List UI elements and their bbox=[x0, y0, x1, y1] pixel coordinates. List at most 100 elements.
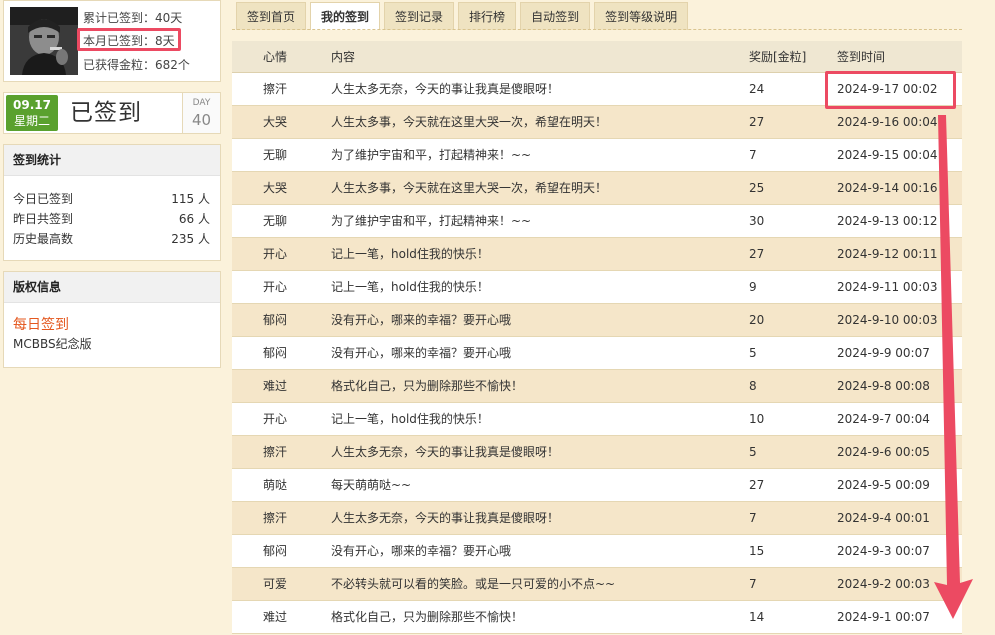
avatar[interactable] bbox=[10, 7, 78, 75]
header-content: 内容 bbox=[331, 50, 356, 64]
cell-reward: 7 bbox=[749, 511, 757, 525]
cell-mood: 萌哒 bbox=[263, 478, 288, 492]
cell-time: 2024-9-4 00:01 bbox=[837, 511, 930, 525]
cell-time: 2024-9-8 00:08 bbox=[837, 379, 930, 393]
table-row: 开心 记上一笔，hold住我的快乐！ 10 2024-9-7 00:04 bbox=[232, 403, 962, 436]
cell-content: 没有开心，哪来的幸福？要开心哦 bbox=[331, 346, 512, 360]
cell-reward: 5 bbox=[749, 346, 757, 360]
table-row: 开心 记上一笔，hold住我的快乐！ 27 2024-9-12 00:11 bbox=[232, 238, 962, 271]
day-number: 40 bbox=[191, 111, 212, 129]
header-mood: 心情 bbox=[263, 50, 288, 64]
cell-reward: 7 bbox=[749, 577, 757, 591]
table-header: 心情 内容 奖励[金粒] 签到时间 bbox=[232, 41, 962, 73]
cell-mood: 擦汗 bbox=[263, 445, 288, 459]
header-time: 签到时间 bbox=[837, 50, 886, 64]
stat-label: 今日已签到 bbox=[13, 192, 74, 206]
stat-label: 昨日共签到 bbox=[13, 212, 74, 226]
table-row: 开心 记上一笔，hold住我的快乐！ 9 2024-9-11 00:03 bbox=[232, 271, 962, 304]
cell-mood: 可爱 bbox=[263, 577, 288, 591]
cell-content: 人生太多无奈，今天的事让我真是傻眼呀！ bbox=[331, 82, 560, 96]
table-row: 无聊 为了维护宇宙和平，打起精神来！~~ 30 2024-9-13 00:12 bbox=[232, 205, 962, 238]
cell-mood: 难过 bbox=[263, 610, 288, 624]
cell-reward: 25 bbox=[749, 181, 765, 195]
cell-mood: 郁闷 bbox=[263, 313, 288, 327]
cell-mood: 开心 bbox=[263, 412, 288, 426]
table-row: 郁闷 没有开心，哪来的幸福？要开心哦 5 2024-9-9 00:07 bbox=[232, 337, 962, 370]
cell-mood: 无聊 bbox=[263, 214, 288, 228]
cell-reward: 9 bbox=[749, 280, 757, 294]
cell-mood: 大哭 bbox=[263, 115, 288, 129]
cell-reward: 30 bbox=[749, 214, 765, 228]
cell-mood: 开心 bbox=[263, 280, 288, 294]
tab-my-checkin[interactable]: 我的签到 bbox=[310, 2, 381, 30]
cell-content: 记上一笔，hold住我的快乐！ bbox=[331, 280, 489, 294]
stat-label: 历史最高数 bbox=[13, 232, 74, 246]
stat-value: 235 人 bbox=[171, 232, 210, 246]
copyright-panel: 版权信息 每日签到 MCBBS纪念版 bbox=[3, 271, 221, 368]
tab-bar: 签到首页 我的签到 签到记录 排行榜 自动签到 签到等级说明 bbox=[236, 2, 692, 30]
checkin-status-bar: 09.17 星期二 已签到 DAY 40 bbox=[3, 92, 221, 134]
table-body: 擦汗 人生太多无奈，今天的事让我真是傻眼呀！ 24 2024-9-17 00:02 大哭… bbox=[232, 73, 962, 634]
cell-mood: 擦汗 bbox=[263, 511, 288, 525]
avatar-image bbox=[10, 7, 78, 75]
cell-content: 记上一笔，hold住我的快乐！ bbox=[331, 412, 489, 426]
tab-auto-checkin[interactable]: 自动签到 bbox=[520, 2, 591, 30]
tab-ranking[interactable]: 排行榜 bbox=[458, 2, 517, 30]
cell-content: 格式化自己，只为删除那些不愉快！ bbox=[331, 610, 524, 624]
total-days-stat: 累计已签到：40天 bbox=[83, 11, 183, 25]
cell-time: 2024-9-15 00:04 bbox=[837, 148, 938, 162]
profile-card: 累计已签到：40天 本月已签到：8天 已获得金粒：682个 bbox=[3, 0, 221, 82]
tab-records[interactable]: 签到记录 bbox=[384, 2, 455, 30]
cell-time: 2024-9-2 00:03 bbox=[837, 577, 930, 591]
cell-reward: 14 bbox=[749, 610, 765, 624]
cell-content: 人生太多无奈，今天的事让我真是傻眼呀！ bbox=[331, 511, 560, 525]
header-reward: 奖励[金粒] bbox=[749, 50, 807, 64]
cell-content: 记上一笔，hold住我的快乐！ bbox=[331, 247, 489, 261]
table-row: 郁闷 没有开心，哪来的幸福？要开心哦 20 2024-9-10 00:03 bbox=[232, 304, 962, 337]
tab-home[interactable]: 签到首页 bbox=[236, 2, 307, 30]
tab-level-info[interactable]: 签到等级说明 bbox=[594, 2, 689, 30]
cell-content: 人生太多事，今天就在这里大哭一次，希望在明天！ bbox=[331, 181, 608, 195]
cell-reward: 5 bbox=[749, 445, 757, 459]
stat-value: 115 人 bbox=[171, 192, 210, 206]
cell-content: 格式化自己，只为删除那些不愉快！ bbox=[331, 379, 524, 393]
month-days-stat: 本月已签到：8天 bbox=[83, 34, 175, 48]
cell-time: 2024-9-5 00:09 bbox=[837, 478, 930, 492]
table-row: 擦汗 人生太多无奈，今天的事让我真是傻眼呀！ 7 2024-9-4 00:01 bbox=[232, 502, 962, 535]
cell-content: 为了维护宇宙和平，打起精神来！~~ bbox=[331, 148, 532, 162]
coins-stat: 已获得金粒：682个 bbox=[83, 58, 190, 72]
cell-mood: 郁闷 bbox=[263, 544, 288, 558]
stat-row: 今日已签到 115 人 bbox=[4, 189, 220, 209]
table-row: 大哭 人生太多事，今天就在这里大哭一次，希望在明天！ 25 2024-9-14 00:… bbox=[232, 172, 962, 205]
table-row: 萌哒 每天萌萌哒~~ 27 2024-9-5 00:09 bbox=[232, 469, 962, 502]
cell-time: 2024-9-3 00:07 bbox=[837, 544, 930, 558]
cell-content: 每天萌萌哒~~ bbox=[331, 478, 412, 492]
brand-link[interactable]: 每日签到 bbox=[4, 316, 220, 334]
cell-time: 2024-9-14 00:16 bbox=[837, 181, 938, 195]
cell-mood: 郁闷 bbox=[263, 346, 288, 360]
table-row: 大哭 人生太多事，今天就在这里大哭一次，希望在明天！ 27 2024-9-16 00:… bbox=[232, 106, 962, 139]
cell-reward: 27 bbox=[749, 247, 765, 261]
cell-time: 2024-9-11 00:03 bbox=[837, 280, 938, 294]
checkin-table: 心情 内容 奖励[金粒] 签到时间 擦汗 人生太多无奈，今天的事让我真是傻眼呀！ 2… bbox=[232, 41, 962, 634]
cell-mood: 开心 bbox=[263, 247, 288, 261]
stat-row: 昨日共签到 66 人 bbox=[4, 209, 220, 229]
date-badge: 09.17 星期二 bbox=[6, 95, 58, 131]
cell-time: 2024-9-6 00:05 bbox=[837, 445, 930, 459]
cell-content: 为了维护宇宙和平，打起精神来！~~ bbox=[331, 214, 532, 228]
brand-version: MCBBS纪念版 bbox=[13, 337, 92, 351]
day-word: DAY bbox=[192, 98, 211, 108]
cell-time: 2024-9-9 00:07 bbox=[837, 346, 930, 360]
cell-time: 2024-9-13 00:12 bbox=[837, 214, 938, 228]
table-row: 擦汗 人生太多无奈，今天的事让我真是傻眼呀！ 5 2024-9-6 00:05 bbox=[232, 436, 962, 469]
cell-content: 没有开心，哪来的幸福？要开心哦 bbox=[331, 544, 512, 558]
cell-reward: 27 bbox=[749, 115, 765, 129]
cell-content: 人生太多无奈，今天的事让我真是傻眼呀！ bbox=[331, 445, 560, 459]
cell-time: 2024-9-16 00:04 bbox=[837, 115, 938, 129]
table-row: 难过 格式化自己，只为删除那些不愉快！ 8 2024-9-8 00:08 bbox=[232, 370, 962, 403]
cell-time: 2024-9-1 00:07 bbox=[837, 610, 930, 624]
cell-content: 不必转头就可以看的笑脸。或是一只可爱的小不点~~ bbox=[331, 577, 616, 591]
copyright-title: 版权信息 bbox=[4, 272, 220, 303]
cell-reward: 7 bbox=[749, 148, 757, 162]
table-row: 郁闷 没有开心，哪来的幸福？要开心哦 15 2024-9-3 00:07 bbox=[232, 535, 962, 568]
